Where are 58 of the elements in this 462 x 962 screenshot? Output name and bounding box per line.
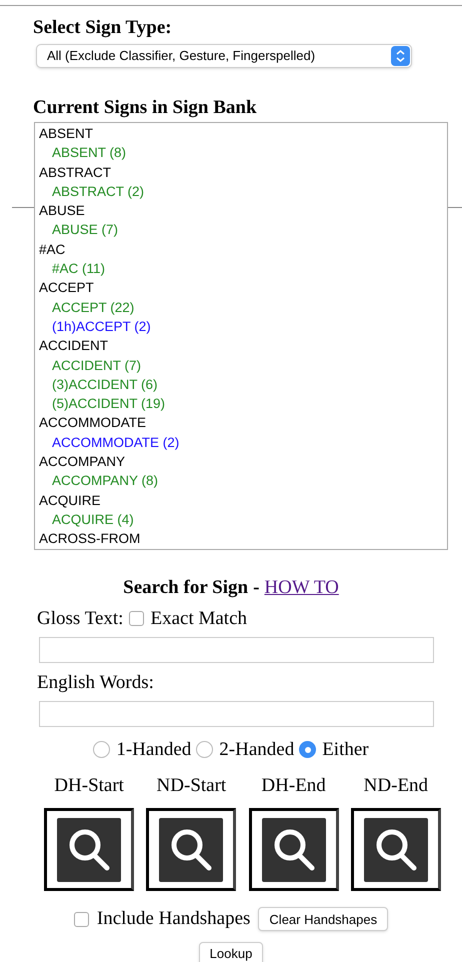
variant-item[interactable]: (1h)ACCEPT (2): [39, 316, 151, 336]
variant-item[interactable]: ACQUIRE (4): [39, 510, 134, 530]
checkbox-label: Exact Match: [150, 606, 248, 630]
gloss-item[interactable]: ABSENT: [39, 124, 447, 144]
gloss-item[interactable]: ABSTRACT: [39, 162, 447, 182]
gloss-item[interactable]: ACQUIRE: [39, 490, 447, 510]
gloss-item[interactable]: ACCOMPANY: [39, 452, 447, 472]
handshape-label: DH-End: [261, 774, 326, 798]
checkbox[interactable]: [129, 611, 144, 626]
section-heading: Select Sign Type:: [33, 16, 173, 40]
variant-item[interactable]: ACCEPT (22): [39, 298, 134, 317]
radio-button[interactable]: [93, 741, 110, 758]
handshape-label: ND-End: [364, 774, 428, 798]
field-label: Gloss Text:: [37, 606, 124, 630]
variant-item[interactable]: ACCOMMODATE (2): [39, 432, 180, 452]
sign-type-select[interactable]: All (Exclude Classifier, Gesture, Fingerspelled): [36, 44, 412, 68]
radio-label: 1-Handed: [116, 738, 192, 762]
section-heading: Search for Sign: [123, 576, 248, 600]
variant-item[interactable]: ABSENT (8): [39, 143, 126, 163]
gloss-item[interactable]: ACCIDENT: [39, 336, 447, 356]
radio-label: 2-Handed: [219, 738, 294, 762]
variant-item[interactable]: (5)ACCIDENT (19): [39, 394, 166, 414]
handshape-label: DH-Start: [54, 774, 124, 798]
gloss-item[interactable]: ACCEPT: [39, 278, 447, 298]
checkbox[interactable]: [74, 912, 89, 927]
dropdown-arrows-icon: [391, 46, 410, 66]
variant-item[interactable]: ACCOMPANY (8): [39, 471, 158, 491]
sign-list[interactable]: [34, 122, 448, 550]
variant-item[interactable]: ABUSE (7): [39, 220, 118, 240]
handshape-button[interactable]: [248, 808, 339, 891]
gloss-item[interactable]: ACCOMMODATE: [39, 413, 447, 433]
radio-label: Either: [322, 738, 369, 762]
radio-button[interactable]: [299, 741, 316, 758]
gloss-item[interactable]: #AC: [39, 240, 447, 260]
gloss-input[interactable]: [39, 637, 434, 663]
search-icon: [262, 818, 326, 882]
gloss-item[interactable]: ABUSE: [39, 201, 447, 220]
search-icon: [364, 818, 428, 882]
section-heading: Current Signs in Sign Bank: [33, 96, 258, 120]
checkbox-label: Include Handshapes: [96, 907, 250, 931]
how-to-link[interactable]: HOW TO: [264, 574, 339, 602]
handshape-button[interactable]: [44, 808, 134, 891]
english-input[interactable]: [39, 700, 434, 726]
search-icon: [159, 818, 224, 882]
search-icon: [57, 818, 122, 882]
variant-item[interactable]: (3)ACCIDENT (6): [39, 374, 158, 394]
separator-text: -: [253, 576, 260, 600]
gloss-item[interactable]: ACROSS-FROM: [39, 529, 447, 549]
handshape-label: ND-Start: [156, 774, 226, 798]
lookup-button[interactable]: Lookup: [198, 942, 264, 962]
handshape-button[interactable]: [146, 808, 236, 891]
radio-button[interactable]: [196, 741, 214, 758]
handshape-button[interactable]: [350, 808, 441, 891]
variant-item[interactable]: #AC (11): [39, 259, 106, 278]
field-label: English Words:: [36, 671, 154, 695]
variant-item[interactable]: ABSTRACT (2): [39, 182, 144, 202]
variant-item[interactable]: ACCIDENT (7): [39, 356, 142, 375]
clear-handshapes-button[interactable]: Clear Handshapes: [258, 907, 388, 932]
